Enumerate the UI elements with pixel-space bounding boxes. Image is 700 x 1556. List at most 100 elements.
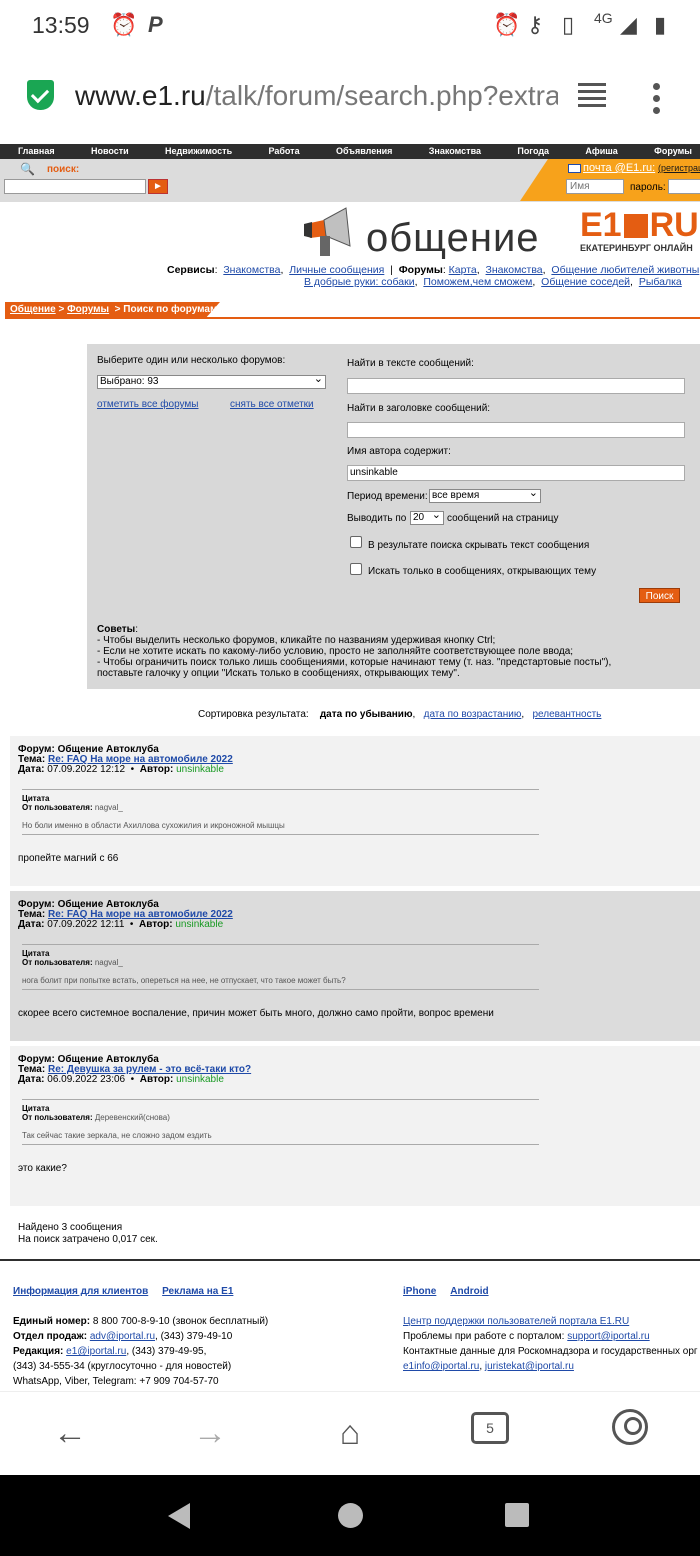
clock: 13:59 — [32, 12, 90, 38]
per-page-label: Выводить по — [347, 513, 407, 524]
username-input[interactable] — [566, 179, 624, 194]
nav-main[interactable]: Главная — [18, 144, 55, 159]
result-body: это какие? — [18, 1163, 67, 1174]
profile-icon[interactable] — [612, 1409, 648, 1445]
service-link-dating[interactable]: Знакомства — [223, 264, 280, 276]
secure-shield-icon[interactable] — [27, 80, 54, 110]
forum-link-neighbors[interactable]: Общение соседей — [541, 276, 630, 288]
reader-mode-icon[interactable] — [578, 83, 606, 109]
clients-info-link[interactable]: Информация для клиентов — [13, 1286, 148, 1297]
browser-bottom-bar: ← → ⌂ 5 — [0, 1391, 700, 1475]
ads-link[interactable]: Реклама на E1 — [162, 1286, 233, 1297]
mark-all-link[interactable]: отметить все форумы — [97, 399, 199, 410]
forum-link-fishing[interactable]: Рыбалка — [639, 276, 682, 288]
services-line: Сервисы: Знакомства, Личные сообщения | … — [167, 264, 700, 276]
key-icon: ⚷ — [527, 12, 544, 37]
text-search-label: Найти в тексте сообщений: — [347, 358, 474, 369]
nav-forums[interactable]: Форумы — [654, 144, 692, 159]
password-input[interactable] — [668, 179, 700, 194]
logo-word: общение — [366, 216, 540, 260]
result-body: скорее всего системное воспаление, причи… — [18, 1008, 494, 1019]
forums-select[interactable]: Выбрано: 93 — [97, 373, 326, 389]
legal-email-link[interactable]: juristekat@iportal.ru — [485, 1361, 574, 1372]
signal-icon: ◢ — [620, 12, 637, 37]
system-recents-icon[interactable] — [505, 1503, 529, 1527]
back-arrow-icon[interactable]: ← — [45, 1414, 95, 1453]
menu-dots-icon[interactable] — [653, 83, 660, 119]
result-author[interactable]: unsinkable — [176, 1074, 224, 1085]
logo-city: ЕКАТЕРИНБУРГ ОНЛАЙН — [580, 243, 693, 253]
result-item: Форум: Общение Автоклуба Тема: Re: Девуш… — [10, 1046, 700, 1206]
nav-afisha[interactable]: Афиша — [585, 144, 617, 159]
title-search-input[interactable] — [347, 422, 685, 438]
quote-box: Цитата От пользователя: nagval_ нога бол… — [22, 944, 539, 990]
nav-realty[interactable]: Недвижимость — [165, 144, 232, 159]
result-item: Форум: Общение Автоклуба Тема: Re: FAQ Н… — [10, 736, 700, 886]
forum-link-pets[interactable]: Общение любителей животны — [551, 264, 699, 276]
url-text[interactable]: www.e1.ru/talk/forum/search.php?extra — [75, 80, 558, 112]
tabs-count-button[interactable]: 5 — [471, 1412, 509, 1444]
search-submit-button[interactable]: Поиск — [639, 588, 680, 603]
author-label: Имя автора содержит: — [347, 446, 451, 457]
search-summary: Найдено 3 сообщения На поиск затрачено 0… — [18, 1222, 158, 1245]
sort-relevance-link[interactable]: релевантность — [532, 709, 601, 720]
e1-logo[interactable]: E1 RU — [580, 206, 699, 245]
per-page-select[interactable]: 20 — [410, 509, 444, 525]
hide-text-checkbox[interactable] — [350, 536, 362, 548]
breadcrumb-forums[interactable]: Форумы — [67, 304, 109, 315]
iphone-link[interactable]: iPhone — [403, 1286, 436, 1297]
forum-link-help[interactable]: Поможем,чем сможем — [423, 276, 532, 288]
sort-asc-link[interactable]: дата по возрастанию — [424, 709, 522, 720]
password-label: пароль: — [630, 182, 666, 193]
breadcrumb: Общение > Форумы > Поиск по форумам — [0, 302, 700, 319]
android-link[interactable]: Android — [450, 1286, 488, 1297]
nav-news[interactable]: Новости — [91, 144, 129, 159]
nav-ads[interactable]: Объявления — [336, 144, 393, 159]
services-line-2: В добрые руки: собаки, Поможем,чем сможе… — [304, 276, 682, 288]
nav-jobs[interactable]: Работа — [268, 144, 299, 159]
result-item: Форум: Общение Автоклуба Тема: Re: FAQ Н… — [10, 891, 700, 1041]
period-select[interactable]: все время — [429, 487, 541, 503]
system-nav-bar — [0, 1475, 700, 1556]
browser-url-bar[interactable]: www.e1.ru/talk/forum/search.php?extra — [0, 50, 700, 144]
forum-logo: общение E1 RU ЕКАТЕРИНБУРГ ОНЛАЙН Сервисы… — [0, 202, 700, 306]
sales-email-link[interactable]: adv@iportal.ru — [90, 1331, 155, 1342]
title-search-label: Найти в заголовке сообщений: — [347, 403, 491, 414]
quote-box: Цитата От пользователя: Деревенский(снов… — [22, 1099, 539, 1145]
system-home-icon[interactable] — [338, 1503, 363, 1528]
support-email-link[interactable]: support@iportal.ru — [567, 1331, 649, 1342]
home-icon[interactable]: ⌂ — [325, 1414, 375, 1453]
editorial-email-link[interactable]: e1@iportal.ru — [66, 1346, 126, 1357]
system-back-icon[interactable] — [168, 1503, 190, 1529]
author-input[interactable]: unsinkable — [347, 465, 685, 481]
register-link[interactable]: (регистрац — [658, 163, 700, 173]
service-link-messages[interactable]: Личные сообщения — [289, 264, 384, 276]
sort-current: дата по убыванию — [319, 709, 413, 720]
alarm-icon: ⏰ — [110, 12, 138, 37]
text-search-input[interactable] — [347, 378, 685, 394]
mail-link[interactable]: почта @E1.ru: — [583, 162, 655, 174]
forward-arrow-icon[interactable]: → — [185, 1414, 235, 1453]
breadcrumb-talk[interactable]: Общение — [10, 304, 56, 315]
breadcrumb-current: Поиск по форумам — [123, 304, 218, 315]
forum-link-dogs[interactable]: В добрые руки: собаки — [304, 276, 415, 288]
only-first-checkbox[interactable] — [350, 563, 362, 575]
support-center-link[interactable]: Центр поддержки пользователей портала E1… — [403, 1316, 629, 1327]
nav-dating[interactable]: Знакомства — [429, 144, 481, 159]
forum-link-map[interactable]: Карта — [449, 264, 477, 276]
search-go-button[interactable]: ► — [148, 179, 168, 194]
info-email-link[interactable]: e1info@iportal.ru — [403, 1361, 479, 1372]
hide-text-label: В результате поиска скрывать текст сообщ… — [368, 540, 590, 551]
forum-link-dating[interactable]: Знакомства — [486, 264, 543, 276]
unmark-all-link[interactable]: снять все отметки — [230, 399, 314, 410]
alarm-icon: ⏰ — [493, 12, 521, 37]
search-input[interactable] — [4, 179, 146, 194]
result-body: пропейте магний с 66 — [18, 853, 119, 864]
result-author[interactable]: unsinkable — [176, 764, 224, 775]
battery-icon: ▮ — [654, 12, 667, 37]
site-search-bar: 🔍 поиск: ► почта @E1.ru: (регистрац паро… — [0, 159, 700, 202]
nav-weather[interactable]: Погода — [517, 144, 549, 159]
status-bar: 13:59 ⏰ P ⏰ ⚷ ▯ 4G ◢ ▮ — [0, 0, 700, 50]
result-author[interactable]: unsinkable — [175, 919, 223, 930]
search-label: поиск: — [47, 164, 80, 175]
